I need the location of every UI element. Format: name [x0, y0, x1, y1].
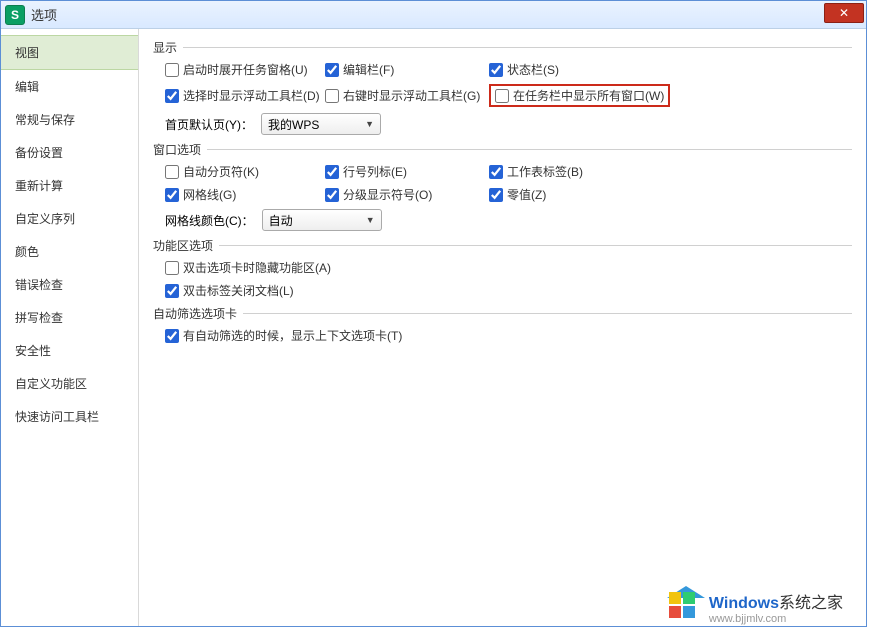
label-default-page: 首页默认页(Y)：	[165, 116, 253, 133]
chk-formula-bar[interactable]: 编辑栏(F)	[325, 61, 489, 78]
chk-outline-symbols[interactable]: 分级显示符号(O)	[325, 186, 489, 203]
options-dialog: S 选项 ✕ 视图 编辑 常规与保存 备份设置 重新计算 自定义序列 颜色 错误…	[0, 0, 867, 627]
chk-floating-rightclick[interactable]: 右键时显示浮动工具栏(G)	[325, 87, 489, 104]
chk-dblclick-close-doc[interactable]: 双击标签关闭文档(L)	[165, 282, 294, 299]
group-display: 显示 启动时展开任务窗格(U) 编辑栏(F) 状态栏(S) 选择时显示浮动工具栏…	[153, 39, 852, 135]
sidebar-item-customize-ribbon[interactable]: 自定义功能区	[1, 367, 138, 400]
sidebar-item-color[interactable]: 颜色	[1, 235, 138, 268]
sidebar-item-custom-lists[interactable]: 自定义序列	[1, 202, 138, 235]
chk-auto-page-break[interactable]: 自动分页符(K)	[165, 163, 325, 180]
main-panel: 显示 启动时展开任务窗格(U) 编辑栏(F) 状态栏(S) 选择时显示浮动工具栏…	[139, 29, 866, 626]
chk-sheet-tabs[interactable]: 工作表标签(B)	[489, 163, 583, 180]
app-icon: S	[5, 5, 25, 25]
sidebar: 视图 编辑 常规与保存 备份设置 重新计算 自定义序列 颜色 错误检查 拼写检查…	[1, 29, 139, 626]
label-gridline-color: 网格线颜色(C)：	[165, 212, 254, 229]
close-icon: ✕	[839, 6, 849, 20]
group-autofilter: 自动筛选选项卡 有自动筛选的时候，显示上下文选项卡(T)	[153, 305, 852, 344]
window-title: 选项	[31, 5, 57, 24]
group-header-window: 窗口选项	[153, 141, 852, 157]
sidebar-item-recalc[interactable]: 重新计算	[1, 169, 138, 202]
chevron-down-icon: ▼	[366, 215, 375, 225]
sidebar-item-view[interactable]: 视图	[1, 35, 138, 70]
combo-gridline-color[interactable]: 自动 ▼	[262, 209, 382, 231]
field-gridline-color: 网格线颜色(C)： 自动 ▼	[165, 209, 382, 231]
titlebar: S 选项 ✕	[1, 1, 866, 29]
chk-autofilter-context-tab[interactable]: 有自动筛选的时候，显示上下文选项卡(T)	[165, 327, 402, 344]
chk-row-col-headers[interactable]: 行号列标(E)	[325, 163, 489, 180]
highlight-taskbar-windows: 在任务栏中显示所有窗口(W)	[489, 84, 670, 107]
group-header-display: 显示	[153, 39, 852, 55]
group-header-ribbon: 功能区选项	[153, 237, 852, 253]
chk-zero-values[interactable]: 零值(Z)	[489, 186, 546, 203]
content-area: 视图 编辑 常规与保存 备份设置 重新计算 自定义序列 颜色 错误检查 拼写检查…	[1, 29, 866, 626]
chk-taskbar-windows[interactable]: 在任务栏中显示所有窗口(W)	[495, 87, 664, 104]
sidebar-item-security[interactable]: 安全性	[1, 334, 138, 367]
field-default-page: 首页默认页(Y)： 我的WPS ▼	[165, 113, 381, 135]
group-header-autofilter: 自动筛选选项卡	[153, 305, 852, 321]
group-window: 窗口选项 自动分页符(K) 行号列标(E) 工作表标签(B) 网格线(G) 分级…	[153, 141, 852, 231]
sidebar-item-backup[interactable]: 备份设置	[1, 136, 138, 169]
sidebar-item-error-check[interactable]: 错误检查	[1, 268, 138, 301]
sidebar-item-spell-check[interactable]: 拼写检查	[1, 301, 138, 334]
chk-gridlines[interactable]: 网格线(G)	[165, 186, 325, 203]
sidebar-item-general-save[interactable]: 常规与保存	[1, 103, 138, 136]
sidebar-item-edit[interactable]: 编辑	[1, 70, 138, 103]
combo-default-page[interactable]: 我的WPS ▼	[261, 113, 381, 135]
chk-status-bar[interactable]: 状态栏(S)	[489, 61, 559, 78]
sidebar-item-qat[interactable]: 快速访问工具栏	[1, 400, 138, 433]
chk-dblclick-hide-ribbon[interactable]: 双击选项卡时隐藏功能区(A)	[165, 259, 331, 276]
group-ribbon: 功能区选项 双击选项卡时隐藏功能区(A) 双击标签关闭文档(L)	[153, 237, 852, 299]
close-button[interactable]: ✕	[824, 3, 864, 23]
chk-floating-select[interactable]: 选择时显示浮动工具栏(D)	[165, 87, 325, 104]
chevron-down-icon: ▼	[365, 119, 374, 129]
chk-startup-taskpane[interactable]: 启动时展开任务窗格(U)	[165, 61, 325, 78]
